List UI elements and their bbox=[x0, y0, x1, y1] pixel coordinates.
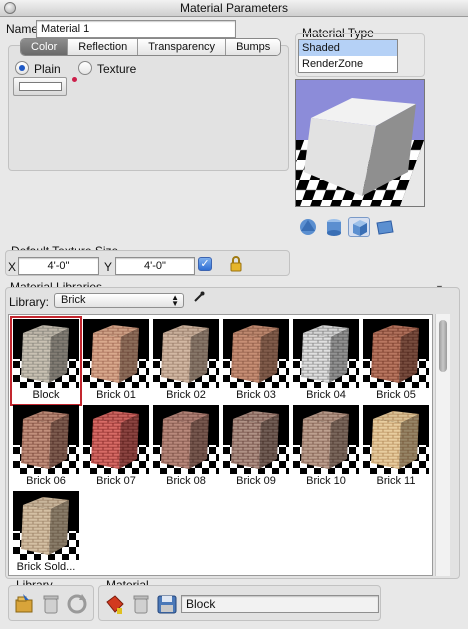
open-library-icon[interactable] bbox=[13, 592, 37, 616]
material-tile[interactable]: Brick 10 bbox=[293, 405, 359, 489]
material-tile[interactable]: Brick 08 bbox=[153, 405, 219, 489]
close-button[interactable] bbox=[4, 2, 16, 14]
material-tabs: Color Reflection Transparency Bumps bbox=[20, 38, 282, 56]
plain-radio[interactable] bbox=[15, 61, 29, 75]
material-thumbnail bbox=[153, 405, 219, 474]
material-type-renderzone[interactable]: RenderZone bbox=[299, 56, 397, 72]
refresh-library-icon[interactable] bbox=[65, 592, 89, 616]
tab-color[interactable]: Color bbox=[21, 39, 69, 55]
material-thumbnail bbox=[153, 319, 219, 388]
library-select[interactable]: Brick ▲ ▼ bbox=[54, 293, 184, 308]
material-tile[interactable]: Brick 07 bbox=[83, 405, 149, 489]
material-thumbnail bbox=[13, 405, 79, 474]
material-tile[interactable]: Brick 05 bbox=[363, 319, 429, 403]
material-tile[interactable]: Brick 01 bbox=[83, 319, 149, 403]
material-grid: Block Brick 01 Brick 02 Brick 03 Brick 04 Bri… bbox=[8, 314, 433, 576]
scroll-thumb[interactable] bbox=[439, 320, 447, 372]
x-label: X bbox=[8, 260, 17, 274]
name-label: Name bbox=[6, 22, 39, 36]
title-bar: Material Parameters bbox=[0, 0, 468, 17]
tab-reflection[interactable]: Reflection bbox=[68, 39, 139, 55]
material-tile-label: Brick 08 bbox=[153, 474, 219, 489]
material-name-field[interactable]: Block bbox=[181, 595, 379, 613]
color-swatch bbox=[19, 82, 62, 91]
material-tile-label: Brick 01 bbox=[83, 388, 149, 403]
material-thumbnail bbox=[13, 491, 79, 560]
material-thumbnail bbox=[293, 319, 359, 388]
tab-bumps[interactable]: Bumps bbox=[226, 39, 281, 55]
color-indicator-dot bbox=[72, 77, 77, 82]
link-checkbox[interactable]: ✓ bbox=[198, 257, 212, 271]
material-tile[interactable]: Brick 09 bbox=[223, 405, 289, 489]
delete-library-icon[interactable] bbox=[39, 592, 63, 616]
y-label: Y bbox=[104, 260, 113, 274]
grid-scrollbar[interactable] bbox=[435, 314, 450, 576]
paint-bucket-icon[interactable] bbox=[103, 592, 127, 616]
material-parameters-window: Material Parameters Name Material 1 Colo… bbox=[0, 0, 468, 629]
save-material-icon[interactable] bbox=[155, 592, 179, 616]
material-tile[interactable]: Brick Sold... bbox=[13, 491, 79, 575]
material-thumbnail bbox=[363, 405, 429, 474]
material-thumbnail bbox=[13, 319, 79, 388]
texture-x-input[interactable]: 4'-0" bbox=[18, 257, 99, 275]
material-thumbnail bbox=[223, 319, 289, 388]
color-swatch-button[interactable] bbox=[13, 77, 67, 96]
preview-cube-image bbox=[296, 80, 424, 206]
material-tile[interactable]: Brick 11 bbox=[363, 405, 429, 489]
window-title: Material Parameters bbox=[179, 1, 289, 15]
material-tile[interactable]: Brick 02 bbox=[153, 319, 219, 403]
material-tile-label: Brick 11 bbox=[363, 474, 429, 489]
material-thumbnail bbox=[83, 319, 149, 388]
texture-label: Texture bbox=[97, 62, 137, 76]
sphere-shape-icon[interactable] bbox=[297, 217, 319, 237]
material-thumbnail bbox=[223, 405, 289, 474]
lock-icon bbox=[230, 256, 242, 275]
material-tile[interactable]: Block bbox=[10, 316, 82, 406]
material-tile[interactable]: Brick 03 bbox=[223, 319, 289, 403]
material-thumbnail bbox=[363, 319, 429, 388]
material-thumbnail bbox=[293, 405, 359, 474]
material-tile-label: Brick 09 bbox=[223, 474, 289, 489]
material-tile-label: Brick 03 bbox=[223, 388, 289, 403]
plain-label: Plain bbox=[34, 62, 61, 76]
cylinder-shape-icon[interactable] bbox=[323, 217, 345, 237]
material-tile-label: Block bbox=[13, 388, 79, 403]
material-tile-label: Brick 04 bbox=[293, 388, 359, 403]
tab-transparency[interactable]: Transparency bbox=[138, 39, 227, 55]
eyedropper-icon[interactable] bbox=[193, 291, 205, 306]
select-arrows-icon: ▲ ▼ bbox=[171, 293, 179, 308]
material-tile[interactable]: Brick 06 bbox=[13, 405, 79, 489]
library-select-value: Brick bbox=[61, 294, 86, 306]
material-tile-label: Brick 07 bbox=[83, 474, 149, 489]
material-tile-label: Brick 10 bbox=[293, 474, 359, 489]
material-tile-label: Brick 02 bbox=[153, 388, 219, 403]
material-type-shaded[interactable]: Shaded bbox=[299, 40, 397, 56]
material-tile-label: Brick Sold... bbox=[13, 560, 79, 575]
delete-material-icon[interactable] bbox=[129, 592, 153, 616]
plane-shape-icon[interactable] bbox=[374, 217, 396, 237]
material-preview bbox=[295, 79, 425, 207]
cube-shape-icon[interactable] bbox=[348, 217, 370, 237]
texture-y-input[interactable]: 4'-0" bbox=[115, 257, 195, 275]
material-tile[interactable]: Brick 04 bbox=[293, 319, 359, 403]
library-label: Library: bbox=[9, 295, 50, 309]
material-tile-label: Brick 05 bbox=[363, 388, 429, 403]
material-thumbnail bbox=[83, 405, 149, 474]
material-type-list: Shaded RenderZone bbox=[298, 39, 398, 73]
material-tile-label: Brick 06 bbox=[13, 474, 79, 489]
texture-radio[interactable] bbox=[78, 61, 92, 75]
name-input[interactable]: Material 1 bbox=[36, 20, 236, 38]
